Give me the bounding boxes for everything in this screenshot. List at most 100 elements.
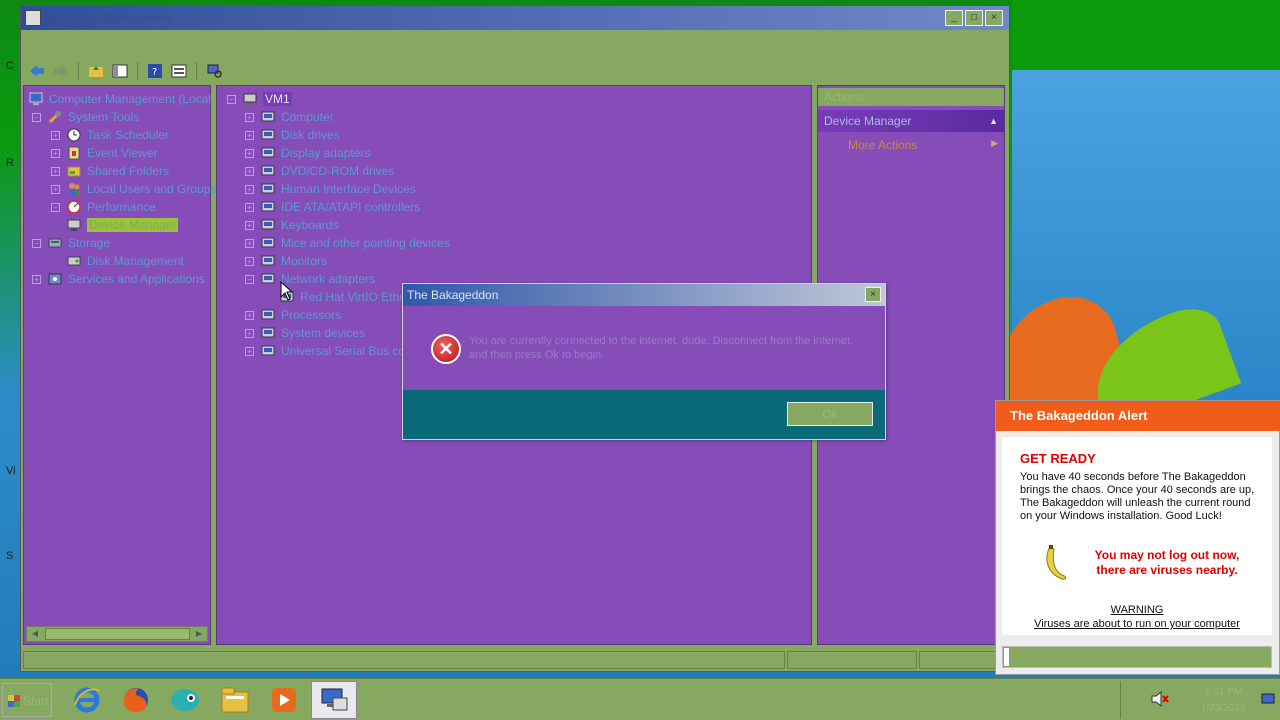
device-category-item[interactable]: + System devices bbox=[245, 324, 365, 342]
ok-button[interactable]: Ok bbox=[787, 402, 873, 426]
firefox-icon[interactable] bbox=[113, 681, 159, 719]
volume-muted-icon[interactable] bbox=[1151, 690, 1169, 710]
expand-icon[interactable]: + bbox=[245, 238, 254, 248]
device-category-item[interactable]: + Computer bbox=[245, 108, 334, 126]
expand-icon[interactable]: + bbox=[245, 346, 254, 356]
toolbar: ? bbox=[21, 58, 1009, 84]
error-icon: ✕ bbox=[431, 334, 461, 364]
expand-icon[interactable]: + bbox=[245, 310, 254, 320]
scrollbar-thumb[interactable] bbox=[45, 628, 190, 640]
device-category-item[interactable]: + Monitors bbox=[245, 252, 327, 270]
expand-icon[interactable]: + bbox=[245, 130, 254, 140]
alert-title: The Bakageddon Alert bbox=[996, 401, 1280, 431]
device-category-item[interactable]: + Universal Serial Bus con bbox=[245, 342, 412, 360]
window-title: Computer Management bbox=[47, 11, 174, 25]
expand-icon[interactable]: + bbox=[245, 328, 254, 338]
expand-icon[interactable]: + bbox=[245, 166, 254, 176]
device-category-item[interactable]: − Network adapters bbox=[245, 270, 375, 288]
forward-arrow-icon[interactable] bbox=[51, 61, 71, 81]
device-category-item[interactable]: + Disk drives bbox=[245, 126, 340, 144]
device-category-item[interactable]: + Human Interface Devices bbox=[245, 180, 416, 198]
collapse-icon[interactable]: − bbox=[32, 238, 41, 248]
tree-item-services-applications[interactable]: + Services and Applications bbox=[32, 270, 205, 288]
scroll-left-icon[interactable]: ◀ bbox=[28, 628, 42, 640]
device-category-item[interactable]: + Display adapters bbox=[245, 144, 370, 162]
device-category-item[interactable]: Red Hat VirtIO Ethe bbox=[279, 288, 406, 306]
users-icon bbox=[66, 182, 82, 196]
system-tray: 6:01 PM 1/23/2026 bbox=[1120, 681, 1280, 719]
scan-hardware-icon[interactable] bbox=[204, 61, 224, 81]
show-desktop-icon[interactable] bbox=[1261, 693, 1275, 708]
tree-root-vm1[interactable]: − VM1 bbox=[227, 90, 292, 108]
folder-up-icon[interactable] bbox=[86, 61, 106, 81]
tree-item-event-viewer[interactable]: + Event Viewer bbox=[51, 144, 157, 162]
tree-item-system-tools[interactable]: − System Tools bbox=[32, 108, 139, 126]
scroll-right-icon[interactable]: ▶ bbox=[192, 628, 206, 640]
expand-icon[interactable]: + bbox=[245, 220, 254, 230]
more-actions-link[interactable]: More Actions bbox=[848, 138, 917, 152]
expand-icon[interactable]: + bbox=[32, 274, 41, 284]
network-adapter-icon bbox=[260, 272, 276, 286]
hid-icon bbox=[260, 182, 276, 196]
clock-date[interactable]: 1/23/2026 bbox=[1201, 703, 1246, 714]
properties-icon[interactable] bbox=[169, 61, 189, 81]
mouse-icon bbox=[260, 236, 276, 250]
device-category-item[interactable]: + Mice and other pointing devices bbox=[245, 234, 450, 252]
collapse-icon[interactable]: − bbox=[51, 202, 60, 212]
help-icon[interactable]: ? bbox=[145, 61, 165, 81]
disk-drive-icon bbox=[260, 128, 276, 142]
expand-icon[interactable]: + bbox=[51, 184, 60, 194]
dialog-title-bar[interactable]: The Bakageddon bbox=[403, 284, 885, 306]
device-category-item[interactable]: + IDE ATA/ATAPI controllers bbox=[245, 198, 420, 216]
minimize-button[interactable]: _ bbox=[945, 10, 963, 26]
horizontal-scrollbar[interactable]: ◀ ▶ bbox=[26, 626, 208, 642]
actions-section-device-manager[interactable]: Device Manager ▲ bbox=[818, 110, 1004, 132]
media-player-icon[interactable] bbox=[261, 681, 307, 719]
expand-icon[interactable]: + bbox=[51, 130, 60, 140]
countdown-progress-bar bbox=[1002, 646, 1272, 668]
menu-help[interactable]: Help bbox=[160, 39, 185, 53]
tree-item-shared-folders[interactable]: + Shared Folders bbox=[51, 162, 169, 180]
device-category-item[interactable]: + Processors bbox=[245, 306, 341, 324]
collapse-icon[interactable]: − bbox=[32, 112, 41, 122]
tree-item-computer-management[interactable]: Computer Management (Local bbox=[28, 90, 211, 108]
computer-management-task-icon[interactable] bbox=[311, 681, 357, 719]
expand-icon[interactable]: + bbox=[245, 112, 254, 122]
menu-view[interactable]: View bbox=[118, 39, 144, 53]
tree-item-storage[interactable]: − Storage bbox=[32, 234, 110, 252]
internet-explorer-icon[interactable] bbox=[64, 681, 110, 719]
collapse-icon[interactable]: − bbox=[245, 274, 254, 284]
device-category-item[interactable]: + DVD/CD-ROM drives bbox=[245, 162, 394, 180]
file-explorer-icon[interactable] bbox=[212, 681, 258, 719]
maximize-button[interactable]: □ bbox=[965, 10, 983, 26]
menu-action[interactable]: Action bbox=[68, 39, 101, 53]
device-manager-icon bbox=[66, 218, 82, 232]
app-icon[interactable] bbox=[162, 681, 208, 719]
device-category-item[interactable]: + Keyboards bbox=[245, 216, 338, 234]
collapse-up-icon[interactable]: ▲ bbox=[989, 110, 998, 132]
menu-file[interactable]: File bbox=[33, 39, 52, 53]
tree-item-device-manager[interactable]: Device Manager bbox=[66, 216, 179, 234]
expand-icon[interactable]: + bbox=[51, 148, 60, 158]
title-bar[interactable]: Computer Management _ □ × bbox=[21, 6, 1009, 30]
close-button[interactable]: × bbox=[985, 10, 1003, 26]
expand-icon[interactable]: + bbox=[245, 148, 254, 158]
tree-item-disk-management[interactable]: Disk Management bbox=[66, 252, 184, 270]
disk-management-icon bbox=[66, 254, 82, 268]
clock-time[interactable]: 6:01 PM bbox=[1205, 687, 1242, 698]
show-hide-tree-icon[interactable] bbox=[110, 61, 130, 81]
dialog-close-button[interactable]: × bbox=[865, 287, 881, 302]
tree-item-task-scheduler[interactable]: + Task Scheduler bbox=[51, 126, 169, 144]
expand-icon[interactable]: + bbox=[245, 256, 254, 266]
computer-icon bbox=[242, 92, 258, 106]
expand-icon[interactable]: + bbox=[245, 202, 254, 212]
chevron-right-icon[interactable]: ▶ bbox=[991, 138, 998, 149]
expand-icon[interactable]: + bbox=[245, 184, 254, 194]
expand-icon[interactable]: + bbox=[51, 166, 60, 176]
back-arrow-icon[interactable] bbox=[27, 61, 47, 81]
alert-warning-title: WARNING bbox=[1110, 604, 1164, 616]
tree-item-performance[interactable]: − Performance bbox=[51, 198, 156, 216]
collapse-icon[interactable]: − bbox=[227, 94, 236, 104]
start-button[interactable]: Start bbox=[2, 683, 52, 717]
tree-item-local-users[interactable]: + Local Users and Groups bbox=[51, 180, 216, 198]
